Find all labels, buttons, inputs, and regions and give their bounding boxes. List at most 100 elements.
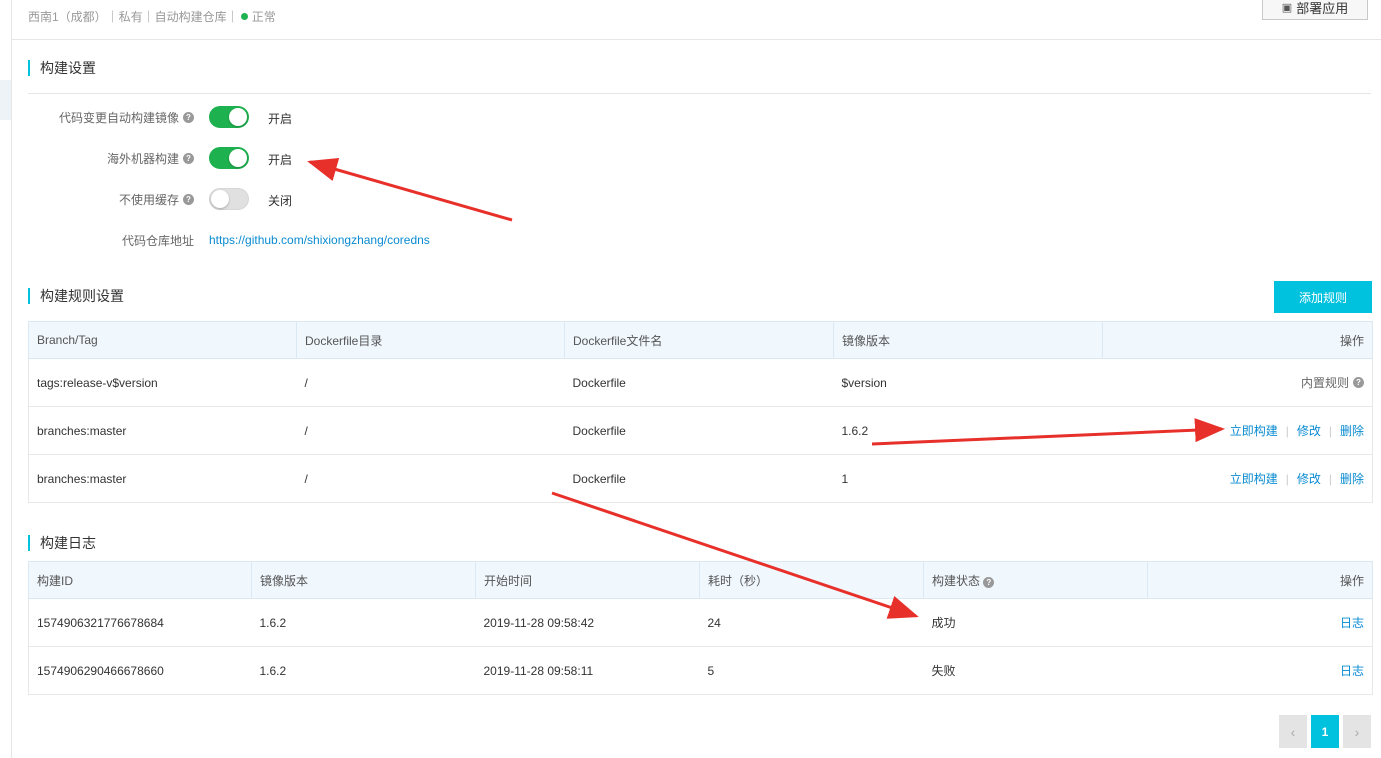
help-icon[interactable]: ? [183,193,194,205]
duration-cell: 5 [699,646,924,695]
file-cell: Dockerfile [564,406,834,455]
branch-cell: tags:release-v$version [28,358,297,407]
table-row: branches:master / Dockerfile 1 立即构建 | 修改 | 删… [28,454,1373,503]
build-id-cell: 1574906290466678660 [28,646,252,695]
pagination-page-1[interactable]: 1 [1311,715,1339,748]
repo-meta: 西南1（成都）｜私有｜自动构建仓库｜ 正常 [28,8,276,25]
repo-url-row: 代码仓库地址 [0,228,198,252]
status-cell: 失败 [923,646,1148,695]
column-header: 镜像版本 [833,321,1103,359]
overseas-build-row: 海外机器构建? [0,146,198,170]
pagination-next-button[interactable]: › [1343,715,1371,748]
repo-url-label: 代码仓库地址 [121,233,194,248]
build-log-title: 构建日志 [28,535,96,551]
start-time-cell: 2019-11-28 09:58:42 [475,598,700,647]
build-log-table: 构建ID 镜像版本 开始时间 耗时（秒） 构建状态 ? 操作 157490632… [28,561,1373,695]
toggle-knob [211,190,229,208]
table-header-row: Branch/Tag Dockerfile目录 Dockerfile文件名 镜像… [28,321,1373,359]
branch-cell: branches:master [28,454,297,503]
delete-link[interactable]: 删除 [1340,424,1364,438]
add-rule-button[interactable]: 添加规则 [1274,281,1372,313]
dir-cell: / [296,454,565,503]
no-cache-state: 关闭 [268,194,293,208]
version-cell: 1.6.2 [833,406,1103,455]
auto-build-state: 开启 [268,112,293,126]
build-id-cell: 1574906321776678684 [28,598,252,647]
actions-cell: 内置规则? [1102,358,1373,407]
help-icon[interactable]: ? [983,576,995,588]
status-header-label: 构建状态 [932,573,981,588]
column-header: 镜像版本 [251,561,476,599]
build-rules-title: 构建规则设置 [28,288,124,304]
help-icon[interactable]: ? [183,111,194,123]
no-cache-toggle[interactable] [209,188,249,210]
help-icon[interactable]: ? [183,152,194,164]
column-header: Branch/Tag [28,321,297,359]
actions-cell: 日志 [1147,646,1373,695]
column-header: 构建ID [28,561,252,599]
deploy-app-button[interactable]: ▣ 部署应用 [1262,0,1368,20]
auto-build-label: 代码变更自动构建镜像 [58,110,179,125]
overseas-build-toggle[interactable] [209,147,249,169]
action-separator: | [1328,424,1332,438]
duration-cell: 24 [699,598,924,647]
build-settings-divider [28,93,1371,94]
table-row: branches:master / Dockerfile 1.6.2 立即构建 |… [28,406,1373,455]
toggle-knob [229,149,247,167]
annotation-arrow-overseas [307,157,513,222]
actions-cell: 立即构建 | 修改 | 删除 [1102,406,1373,455]
column-header: 操作 [1147,561,1373,599]
table-header-row: 构建ID 镜像版本 开始时间 耗时（秒） 构建状态 ? 操作 [28,561,1373,599]
table-row: 1574906321776678684 1.6.2 2019-11-28 09:… [28,598,1373,647]
deploy-app-label: 部署应用 [1296,0,1349,16]
topbar: 西南1（成都）｜私有｜自动构建仓库｜ 正常 ▣ 部署应用 [12,0,1381,40]
branch-cell: branches:master [28,406,297,455]
column-header: Dockerfile目录 [296,321,565,359]
help-icon[interactable]: ? [1353,377,1364,388]
column-header: 开始时间 [475,561,700,599]
version-cell: 1.6.2 [251,646,476,695]
repo-meta-text: 西南1（成都）｜私有｜自动构建仓库｜ [28,10,239,24]
actions-cell: 日志 [1147,598,1373,647]
edit-link[interactable]: 修改 [1297,424,1321,438]
build-now-link[interactable]: 立即构建 [1230,472,1278,486]
no-cache-label-wrap: 不使用缓存? [0,191,198,208]
repo-url-link[interactable]: https://github.com/shixiongzhang/coredns [209,233,430,247]
log-link[interactable]: 日志 [1340,664,1364,678]
build-rules-table: Branch/Tag Dockerfile目录 Dockerfile文件名 镜像… [28,321,1373,503]
version-cell: $version [833,358,1103,407]
dir-cell: / [296,358,565,407]
version-cell: 1 [833,454,1103,503]
cube-icon: ▣ [1281,1,1293,14]
status-cell: 成功 [923,598,1148,647]
action-separator: | [1328,472,1332,486]
pagination-prev-button[interactable]: ‹ [1279,715,1307,748]
no-cache-row: 不使用缓存? [0,187,198,211]
log-link[interactable]: 日志 [1340,616,1364,630]
actions-cell: 立即构建 | 修改 | 删除 [1102,454,1373,503]
table-row: 1574906290466678660 1.6.2 2019-11-28 09:… [28,646,1373,695]
action-separator: | [1285,424,1289,438]
column-header: 操作 [1102,321,1373,359]
auto-build-row: 代码变更自动构建镜像? [0,105,198,129]
version-cell: 1.6.2 [251,598,476,647]
dir-cell: / [296,406,565,455]
status-dot-icon [240,13,248,20]
column-header-status: 构建状态 ? [923,561,1148,599]
overseas-build-state: 开启 [268,153,293,167]
auto-build-label-wrap: 代码变更自动构建镜像? [0,109,198,126]
column-header: Dockerfile文件名 [564,321,834,359]
build-settings-title: 构建设置 [28,60,96,76]
edit-link[interactable]: 修改 [1297,472,1321,486]
auto-build-toggle[interactable] [209,106,249,128]
overseas-build-label-wrap: 海外机器构建? [0,150,198,167]
file-cell: Dockerfile [564,358,834,407]
build-now-link[interactable]: 立即构建 [1230,424,1278,438]
no-cache-label: 不使用缓存 [118,192,179,207]
start-time-cell: 2019-11-28 09:58:11 [475,646,700,695]
builtin-rule-label: 内置规则 [1300,376,1349,390]
toggle-knob [229,108,247,126]
builtin-rule: 内置规则? [1301,374,1364,391]
delete-link[interactable]: 删除 [1340,472,1364,486]
overseas-build-label: 海外机器构建 [106,151,179,166]
